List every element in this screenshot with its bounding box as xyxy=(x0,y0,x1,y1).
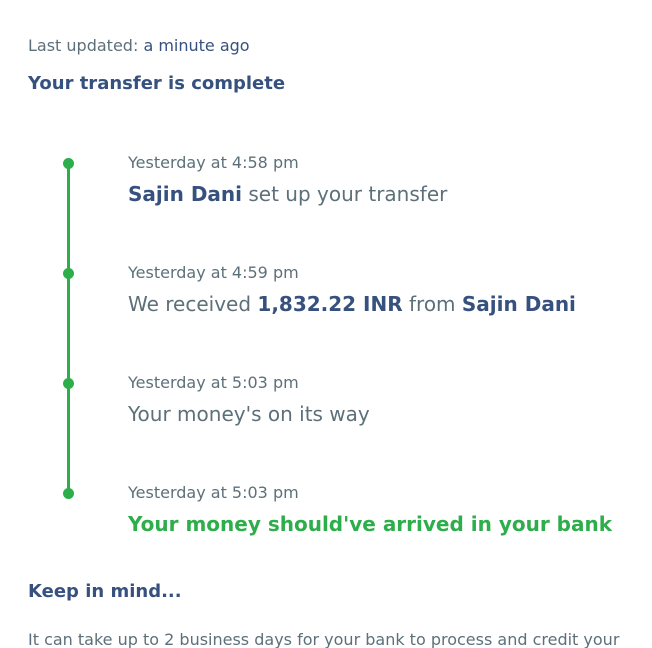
sender-name: Sajin Dani xyxy=(461,292,576,316)
event-description: Sajin Dani set up your transfer xyxy=(128,180,447,208)
keep-in-mind-title: Keep in mind... xyxy=(28,581,182,602)
timeline-line xyxy=(67,163,70,494)
last-updated: Last updated: a minute ago xyxy=(28,35,250,57)
transfer-status-title: Your transfer is complete xyxy=(28,73,286,94)
event-description: Your money's on its way xyxy=(128,402,370,426)
event-text: set up your transfer xyxy=(248,182,448,206)
timeline-dot xyxy=(63,378,74,389)
event-time: Yesterday at 4:58 pm xyxy=(128,153,299,172)
last-updated-value: a minute ago xyxy=(143,36,250,55)
event-description-final: Your money should've arrived in your ban… xyxy=(128,512,613,536)
last-updated-label: Last updated: xyxy=(28,36,139,55)
event-prefix: We received xyxy=(128,292,252,316)
event-time: Yesterday at 5:03 pm xyxy=(128,373,299,392)
timeline-dot xyxy=(63,158,74,169)
event-time: Yesterday at 5:03 pm xyxy=(128,483,299,502)
sender-name: Sajin Dani xyxy=(128,182,243,206)
transfer-amount: 1,832.22 INR xyxy=(257,292,403,316)
event-description: We received 1,832.22 INR from Sajin Dani xyxy=(128,290,576,318)
keep-in-mind-body: It can take up to 2 business days for yo… xyxy=(28,630,620,648)
event-time: Yesterday at 4:59 pm xyxy=(128,263,299,282)
timeline-dot xyxy=(63,488,74,499)
event-from-label: from xyxy=(409,292,456,316)
timeline-dot xyxy=(63,268,74,279)
